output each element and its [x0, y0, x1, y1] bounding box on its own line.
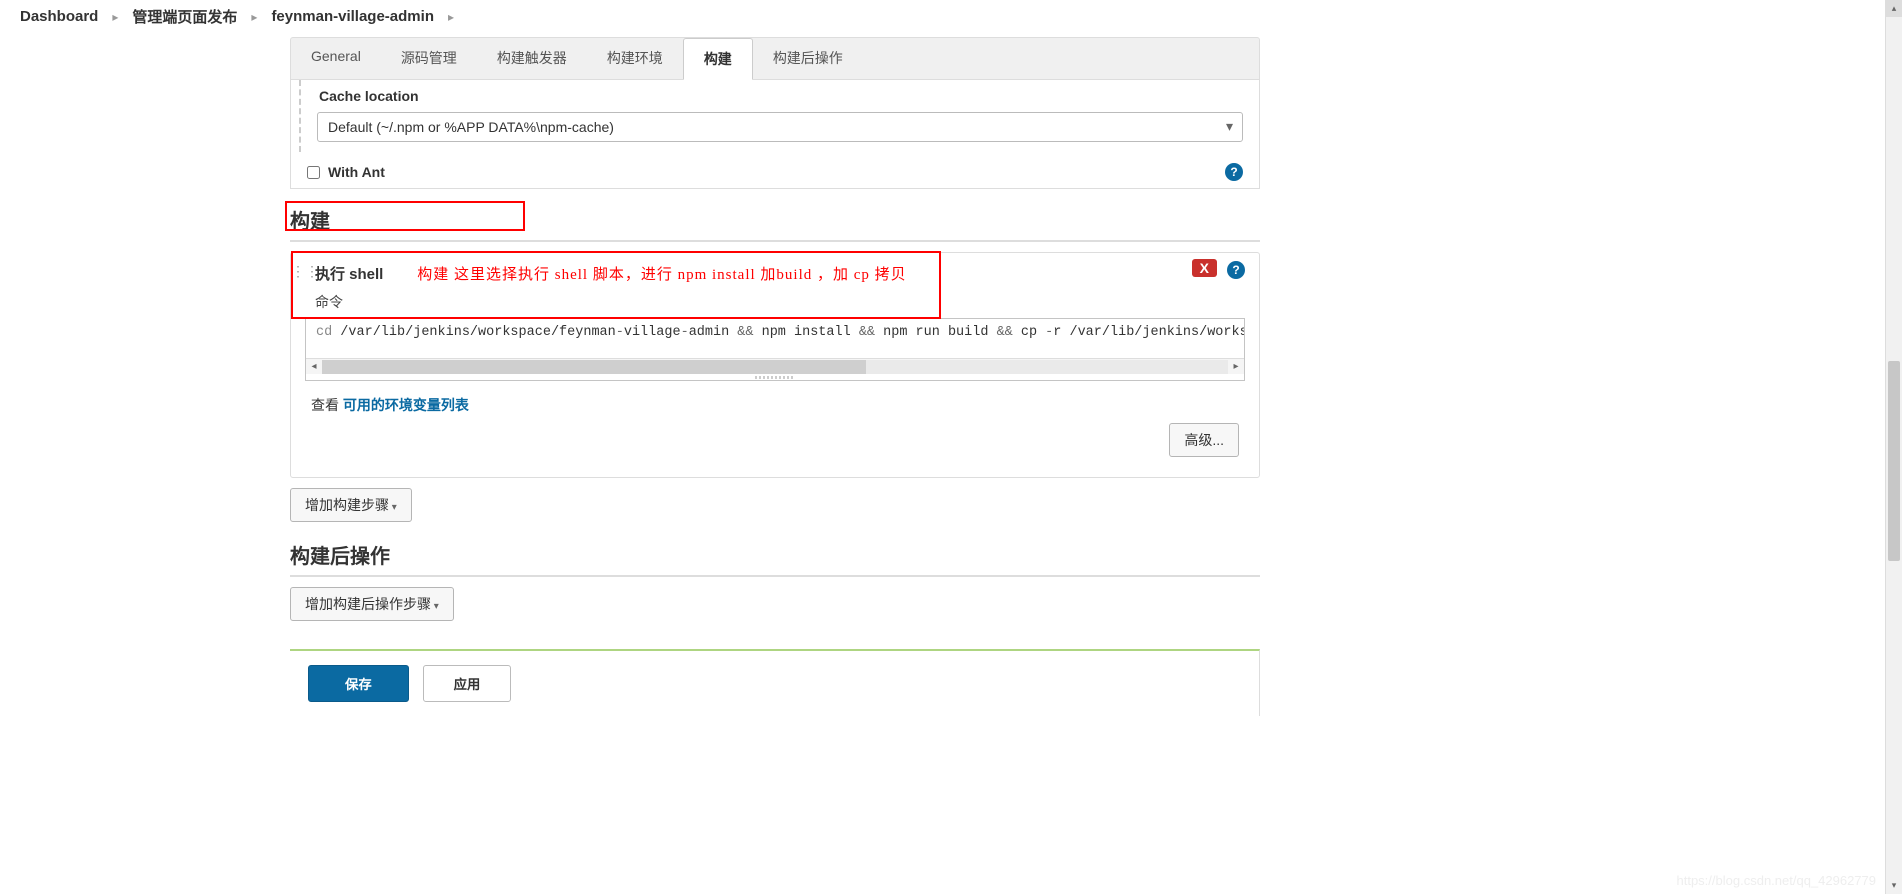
advanced-button[interactable]: 高级...	[1169, 423, 1239, 457]
footer-actions: 保存 应用	[290, 649, 1260, 716]
breadcrumb-sep-icon: ▸	[112, 10, 118, 24]
apply-button[interactable]: 应用	[423, 665, 512, 702]
config-tabs: General 源码管理 构建触发器 构建环境 构建 构建后操作	[290, 37, 1260, 80]
with-ant-checkbox[interactable]	[307, 166, 320, 179]
breadcrumb-dashboard[interactable]: Dashboard	[20, 8, 98, 25]
scroll-up-icon[interactable]: ▴	[1886, 0, 1902, 17]
shell-step-panel: ⋮⋮ X ? 执行 shell 构建 这里选择执行 shell 脚本，进行 np…	[290, 252, 1260, 478]
breadcrumb-job[interactable]: feynman-village-admin	[271, 8, 434, 25]
with-ant-label[interactable]: With Ant	[328, 164, 385, 180]
annotation-box	[291, 251, 941, 319]
watermark-text: https://blog.csdn.net/qq_42962779	[1677, 873, 1877, 888]
scroll-thumb[interactable]	[322, 360, 866, 374]
breadcrumb-sep-icon: ▸	[448, 10, 454, 24]
shell-command-text[interactable]: cd /var/lib/jenkins/workspace/feynman-vi…	[306, 319, 1244, 358]
tab-environment[interactable]: 构建环境	[587, 38, 683, 79]
resize-grip[interactable]	[306, 374, 1244, 380]
tab-general[interactable]: General	[291, 38, 381, 79]
breadcrumb-sep-icon: ▸	[251, 10, 257, 24]
env-vars-link[interactable]: 可用的环境变量列表	[343, 397, 469, 413]
cache-location-select[interactable]: Default (~/.npm or %APP DATA%\npm-cache)	[317, 112, 1243, 142]
vscroll-thumb[interactable]	[1888, 361, 1900, 561]
cache-location-label: Cache location	[319, 88, 1243, 104]
breadcrumb-folder[interactable]: 管理端页面发布	[132, 6, 237, 27]
help-icon[interactable]: ?	[1225, 163, 1243, 181]
save-button[interactable]: 保存	[308, 665, 409, 702]
tab-post-build[interactable]: 构建后操作	[753, 38, 863, 79]
scroll-down-icon[interactable]: ▾	[1886, 877, 1902, 894]
breadcrumb: Dashboard ▸ 管理端页面发布 ▸ feynman-village-ad…	[0, 0, 1560, 37]
vertical-scrollbar[interactable]: ▴ ▾	[1885, 0, 1902, 894]
env-vars-prefix: 查看	[311, 397, 343, 413]
post-build-section-title: 构建后操作	[290, 540, 1260, 577]
shell-command-editor[interactable]: cd /var/lib/jenkins/workspace/feynman-vi…	[305, 318, 1245, 381]
add-build-step-button[interactable]: 增加构建步骤	[290, 488, 412, 522]
tab-build[interactable]: 构建	[683, 38, 753, 80]
annotation-box	[285, 201, 525, 231]
config-content: Cache location Default (~/.npm or %APP D…	[290, 80, 1260, 189]
horizontal-scrollbar[interactable]: ◂ ▸	[306, 358, 1244, 374]
tab-triggers[interactable]: 构建触发器	[477, 38, 587, 79]
add-post-build-step-button[interactable]: 增加构建后操作步骤	[290, 587, 454, 621]
scroll-right-icon[interactable]: ▸	[1228, 361, 1244, 372]
tab-scm[interactable]: 源码管理	[381, 38, 477, 79]
scroll-left-icon[interactable]: ◂	[306, 361, 322, 372]
